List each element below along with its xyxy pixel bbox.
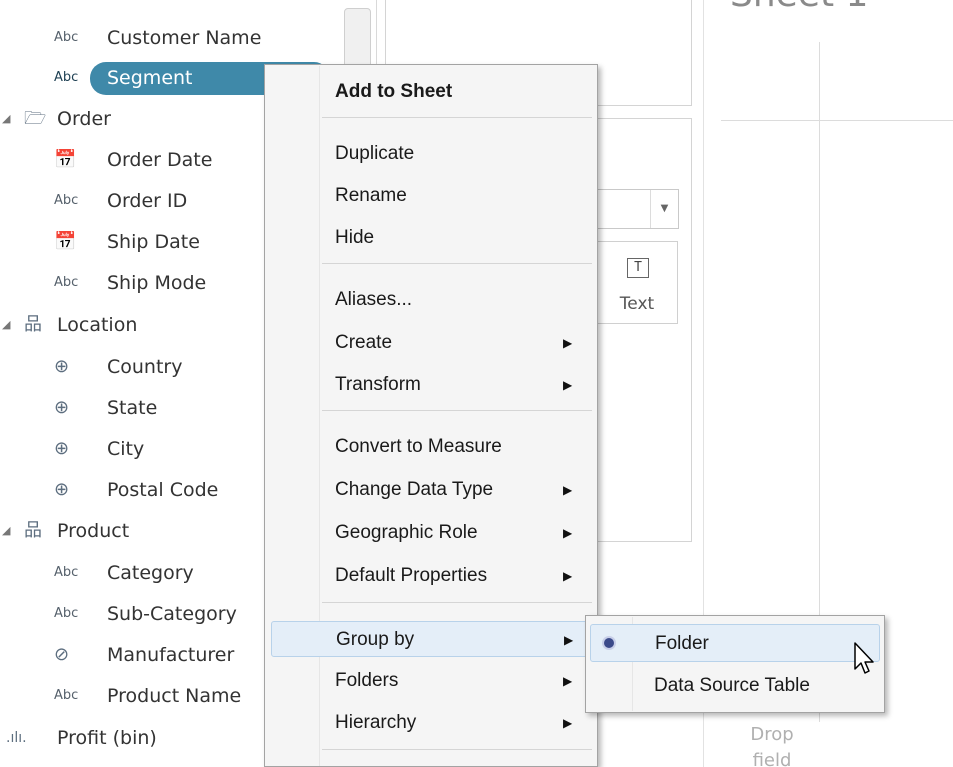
calendar-icon: 📅 [54, 231, 77, 252]
field-label: Country [107, 356, 183, 378]
group-paperclip-icon: ⊘ [54, 644, 70, 665]
menu-separator [322, 749, 592, 750]
globe-icon: ⊕ [54, 438, 70, 459]
hierarchy-icon: 品 [24, 314, 42, 335]
submenu-arrow-icon: ▶ [563, 336, 573, 350]
menu-item-label: Default Properties [335, 565, 488, 586]
globe-icon: ⊕ [54, 479, 70, 500]
field-label: Manufacturer [107, 644, 235, 666]
submenu-item-data-source-table[interactable]: Data Source Table [590, 667, 880, 705]
bin-histogram-icon: .ılı. [6, 730, 27, 746]
sheet-title: Sheet 1 [730, 0, 868, 15]
field-customer-name[interactable]: Abc Customer Name [0, 20, 330, 56]
menu-item-label: Rename [335, 185, 407, 206]
group-by-submenu: Folder Data Source Table [585, 615, 885, 713]
field-label: Product Name [107, 685, 242, 707]
menu-separator [322, 117, 592, 118]
field-label: Postal Code [107, 479, 219, 501]
field-label: Customer Name [107, 27, 262, 49]
globe-icon: ⊕ [54, 356, 70, 377]
menu-item-label: Transform [335, 374, 421, 395]
menu-item-label: Add to Sheet [335, 81, 453, 102]
hierarchy-label: Location [57, 314, 138, 336]
sheet-gridline [721, 120, 953, 121]
field-label: Order Date [107, 149, 213, 171]
string-type-icon: Abc [54, 606, 79, 621]
text-mark-button[interactable]: T Text [596, 241, 678, 324]
menu-item-label: Data Source Table [654, 675, 810, 696]
field-context-menu: Add to Sheet Duplicate Rename Hide Alias… [264, 64, 598, 767]
hierarchy-label: Product [57, 520, 130, 542]
menu-item-create[interactable]: Create ▶ [271, 325, 591, 361]
menu-item-change-data-type[interactable]: Change Data Type ▶ [271, 472, 591, 508]
menu-item-hide[interactable]: Hide [271, 220, 591, 256]
menu-separator [322, 263, 592, 264]
folder-icon: 🗁 [24, 108, 47, 129]
text-icon: T [627, 258, 649, 278]
menu-item-label: Aliases... [335, 289, 413, 310]
menu-item-label: Hide [335, 227, 375, 248]
submenu-arrow-icon: ▶ [563, 569, 573, 583]
field-label: Segment [107, 67, 193, 89]
submenu-item-folder[interactable]: Folder [590, 624, 880, 662]
submenu-arrow-icon: ▶ [563, 378, 573, 392]
menu-item-label: Hierarchy [335, 712, 417, 733]
menu-item-label: Folder [655, 633, 709, 654]
menu-separator [322, 602, 592, 603]
menu-item-label: Group by [336, 629, 415, 650]
submenu-arrow-icon: ▶ [563, 716, 573, 730]
expand-arrow-icon[interactable]: ◢ [2, 101, 10, 137]
mouse-pointer-icon [854, 642, 874, 674]
submenu-arrow-icon: ▶ [563, 526, 573, 540]
string-type-icon: Abc [54, 688, 79, 703]
menu-separator [322, 410, 592, 411]
expand-arrow-icon[interactable]: ◢ [2, 307, 10, 343]
submenu-arrow-icon: ▶ [563, 483, 573, 497]
field-label: Order ID [107, 190, 188, 212]
field-label: Category [107, 562, 194, 584]
menu-item-default-properties[interactable]: Default Properties ▶ [271, 558, 591, 594]
field-label: State [107, 397, 158, 419]
menu-item-label: Geographic Role [335, 522, 478, 543]
menu-item-folders[interactable]: Folders ▶ [271, 663, 591, 699]
mark-type-dropdown[interactable]: ▼ [595, 189, 679, 229]
menu-item-duplicate[interactable]: Duplicate [271, 136, 591, 172]
field-label: Ship Mode [107, 272, 207, 294]
menu-item-label: Convert to Measure [335, 436, 502, 457]
submenu-arrow-icon: ▶ [564, 633, 574, 647]
dropdown-arrow-icon[interactable]: ▼ [650, 190, 678, 228]
menu-item-label: Create [335, 332, 393, 353]
data-pane-scrollbar[interactable] [344, 8, 371, 68]
menu-item-group-by[interactable]: Group by ▶ [271, 621, 591, 657]
menu-item-geographic-role[interactable]: Geographic Role ▶ [271, 515, 591, 551]
globe-icon: ⊕ [54, 397, 70, 418]
menu-item-transform[interactable]: Transform ▶ [271, 367, 591, 403]
drop-field-hint: Drop field [750, 724, 794, 767]
string-type-icon: Abc [54, 70, 79, 85]
string-type-icon: Abc [54, 275, 79, 290]
menu-item-hierarchy[interactable]: Hierarchy ▶ [271, 705, 591, 741]
field-label: Sub-Category [107, 603, 237, 625]
folder-label: Order [57, 108, 111, 130]
menu-item-label: Change Data Type [335, 479, 494, 500]
submenu-arrow-icon: ▶ [563, 674, 573, 688]
calendar-icon: 📅 [54, 149, 77, 170]
menu-item-aliases[interactable]: Aliases... [271, 282, 591, 318]
expand-arrow-icon[interactable]: ◢ [2, 513, 10, 549]
hierarchy-icon: 品 [24, 520, 42, 541]
menu-item-label: Folders [335, 670, 399, 691]
string-type-icon: Abc [54, 565, 79, 580]
menu-item-add-to-sheet[interactable]: Add to Sheet [271, 74, 591, 110]
menu-item-rename[interactable]: Rename [271, 178, 591, 214]
menu-item-label: Duplicate [335, 143, 415, 164]
text-mark-label: Text [619, 294, 655, 314]
field-label: City [107, 438, 145, 460]
radio-selected-icon [604, 638, 614, 648]
field-label: Profit (bin) [57, 727, 157, 749]
menu-item-convert-to-measure[interactable]: Convert to Measure [271, 429, 591, 465]
string-type-icon: Abc [54, 193, 79, 208]
field-label: Ship Date [107, 231, 200, 253]
string-type-icon: Abc [54, 30, 79, 45]
